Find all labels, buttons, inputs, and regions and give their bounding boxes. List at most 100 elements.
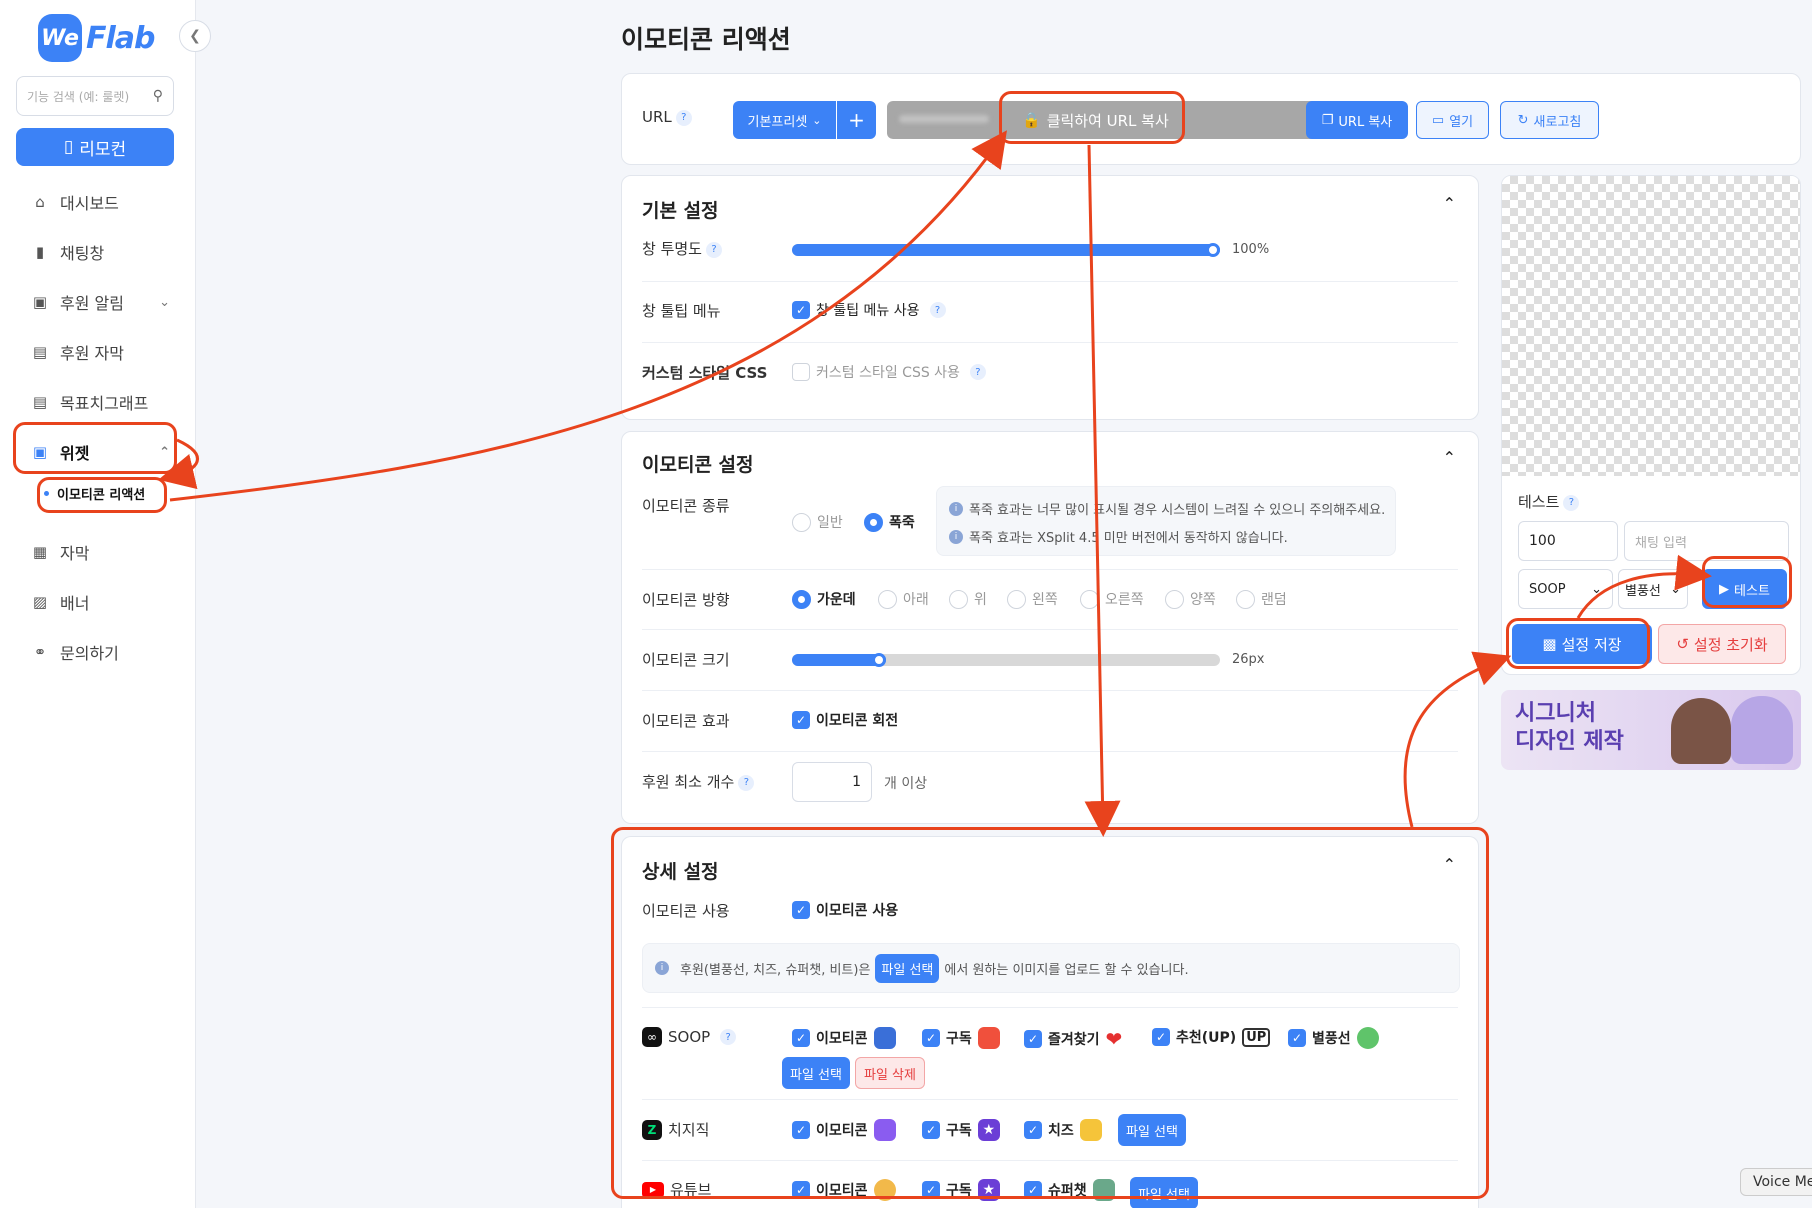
chat-icon: ▮ — [35, 243, 45, 261]
chzzk-file-select-button[interactable]: 파일 선택 — [1118, 1114, 1186, 1146]
test-platform-value: SOOP — [1529, 581, 1566, 597]
radio-label: 위 — [974, 592, 987, 608]
size-slider[interactable] — [792, 653, 1220, 667]
size-slider-knob[interactable] — [872, 653, 887, 667]
check-icon: ✓ — [792, 901, 810, 919]
type-radio-firework[interactable]: 폭죽 — [864, 512, 915, 532]
tooltip-option-label: 창 툴팁 메뉴 사용 — [816, 303, 920, 319]
chevron-up-icon[interactable]: ⌃ — [1443, 194, 1456, 213]
soop-emoticon-checkbox[interactable]: ✓ 이모티콘 — [792, 1027, 896, 1049]
direction-radio-left[interactable]: 왼쪽 — [1007, 589, 1058, 609]
voice-meeter-tab[interactable]: Voice Me — [1740, 1168, 1812, 1196]
logo[interactable]: We Flab — [38, 14, 155, 62]
direction-radio-both[interactable]: 양쪽 — [1165, 589, 1216, 609]
direction-radio-down[interactable]: 아래 — [878, 589, 929, 609]
chevron-up-icon[interactable]: ⌃ — [1443, 448, 1456, 467]
youtube-logo-icon: ▶ — [642, 1181, 664, 1198]
help-icon[interactable]: ? — [969, 364, 986, 380]
soop-favorite-checkbox[interactable]: ✓ 즐겨찾기 ❤ — [1024, 1027, 1122, 1051]
sidebar-item-label: 배너 — [60, 594, 90, 613]
sidebar-item-banner[interactable]: ▨ 배너 — [30, 590, 170, 614]
opacity-slider-fill — [792, 244, 1220, 256]
sidebar-item-chat[interactable]: ▮ 채팅창 — [30, 240, 170, 264]
preset-select[interactable]: 기본프리셋 ⌄ — [733, 101, 836, 139]
test-chat-input[interactable]: 채팅 입력 — [1624, 521, 1789, 561]
use-checkbox[interactable]: ✓ 이모티콘 사용 — [792, 900, 898, 920]
direction-radio-random[interactable]: 랜덤 — [1236, 589, 1287, 609]
soop-subscribe-checkbox[interactable]: ✓ 구독 — [922, 1027, 1000, 1049]
test-title: 테스트 — [1518, 493, 1560, 511]
remote-button[interactable]: ▯ 리모컨 — [16, 128, 174, 166]
undo-icon: ↺ — [1676, 635, 1689, 653]
help-icon[interactable]: ? — [720, 1029, 737, 1045]
search-input[interactable]: 기능 검색 (예: 룰렛) ⚲ — [16, 76, 174, 116]
chevron-up-icon[interactable]: ⌃ — [1443, 855, 1456, 874]
sidebar-item-widget[interactable]: ▣ 위젯 ⌃ — [30, 440, 170, 464]
sidebar-item-goal-graph[interactable]: ▤ 목표치그래프 — [30, 390, 170, 414]
radio-label: 폭죽 — [889, 515, 915, 531]
add-preset-button[interactable]: + — [837, 101, 876, 139]
copy-url-button[interactable]: ❐ URL 복사 — [1306, 101, 1408, 139]
sidebar-item-label: 문의하기 — [60, 644, 119, 663]
help-icon[interactable]: ? — [675, 109, 692, 126]
help-icon[interactable]: ? — [929, 302, 946, 318]
direction-radio-up[interactable]: 위 — [949, 589, 987, 609]
sidebar-item-donation-alert[interactable]: ▣ 후원 알림 ⌄ — [30, 290, 170, 314]
youtube-file-select-button[interactable]: 파일 선택 — [1130, 1177, 1198, 1208]
divider — [642, 751, 1458, 752]
test-button[interactable]: ▶ 테스트 — [1702, 569, 1787, 609]
chzzk-cheese-checkbox[interactable]: ✓ 치즈 — [1024, 1119, 1102, 1141]
help-icon[interactable]: ? — [1563, 494, 1580, 511]
soop-file-delete-button[interactable]: 파일 삭제 — [855, 1057, 925, 1089]
save-settings-button[interactable]: ▩ 설정 저장 — [1512, 624, 1652, 664]
star-icon: ★ — [977, 1119, 1000, 1141]
star-icon: ★ — [977, 1179, 1000, 1201]
direction-radio-right[interactable]: 오른쪽 — [1080, 589, 1144, 609]
info-line: i 폭죽 효과는 XSplit 4.5 미만 버전에서 동작하지 않습니다. — [949, 527, 1288, 546]
refresh-button[interactable]: ↻ 새로고침 — [1500, 101, 1599, 139]
help-icon[interactable]: ? — [738, 774, 755, 791]
test-amount-input[interactable]: 100 — [1518, 521, 1618, 561]
copy-url-overlay[interactable]: 🔒 클릭하여 URL 복사 — [1022, 101, 1169, 139]
opacity-slider[interactable] — [792, 243, 1220, 257]
youtube-subscribe-checkbox[interactable]: ✓ 구독 ★ — [922, 1179, 1000, 1201]
youtube-emoticon-checkbox[interactable]: ✓ 이모티콘 — [792, 1179, 896, 1201]
help-icon[interactable]: ? — [705, 241, 722, 258]
promo-banner[interactable]: 시그니처 디자인 제작 — [1501, 690, 1801, 770]
sidebar-item-dashboard[interactable]: ⌂ 대시보드 — [30, 190, 170, 214]
sidebar-item-label: 후원 자막 — [60, 344, 124, 363]
direction-radio-center[interactable]: 가운데 — [792, 589, 856, 609]
soop-balloon-checkbox[interactable]: ✓ 별풍선 — [1288, 1027, 1379, 1049]
chzzk-subscribe-checkbox[interactable]: ✓ 구독 ★ — [922, 1119, 1000, 1141]
css-checkbox[interactable]: 커스텀 스타일 CSS 사용 ? — [792, 362, 986, 382]
min-count-input[interactable]: 1 — [792, 762, 872, 802]
sidebar-item-donation-caption[interactable]: ▤ 후원 자막 — [30, 340, 170, 364]
open-button[interactable]: ▭ 열기 — [1416, 101, 1489, 139]
test-title-wrap: 테스트? — [1518, 491, 1580, 512]
tooltip-checkbox[interactable]: ✓ 창 툴팁 메뉴 사용 ? — [792, 300, 946, 320]
opacity-value: 100% — [1232, 242, 1270, 257]
search-placeholder: 기능 검색 (예: 룰렛) — [27, 89, 130, 104]
opacity-slider-knob[interactable] — [1206, 243, 1220, 257]
test-type-select[interactable]: 별풍선 ⌄ — [1618, 569, 1688, 609]
plus-icon: + — [848, 108, 865, 132]
soop-up-checkbox[interactable]: ✓ 추천(UP) UP — [1152, 1027, 1271, 1047]
sidebar-subitem-emoticon-reaction[interactable]: 이모티콘 리액션 — [44, 484, 145, 503]
soop-file-select-button[interactable]: 파일 선택 — [782, 1057, 850, 1089]
rotate-checkbox[interactable]: ✓ 이모티콘 회전 — [792, 710, 898, 730]
test-platform-select[interactable]: SOOP ⌄ — [1518, 569, 1613, 609]
sidebar-item-contact[interactable]: ⚭ 문의하기 — [30, 640, 170, 664]
sidebar-item-subtitle[interactable]: ▦ 자막 — [30, 540, 170, 564]
radio-icon — [878, 589, 897, 609]
reset-settings-button[interactable]: ↺ 설정 초기화 — [1658, 624, 1786, 664]
youtube-superchat-checkbox[interactable]: ✓ 슈퍼챗 — [1024, 1179, 1115, 1201]
info-text: 에서 원하는 이미지를 업로드 할 수 있습니다. — [944, 962, 1189, 978]
chevron-up-icon: ⌃ — [159, 444, 170, 460]
type-radio-normal[interactable]: 일반 — [792, 512, 843, 532]
direction-label: 이모티콘 방향 — [642, 591, 730, 609]
radio-icon — [1080, 589, 1099, 609]
subscribe-image-icon — [977, 1027, 1000, 1049]
chzzk-emoticon-checkbox[interactable]: ✓ 이모티콘 — [792, 1119, 896, 1141]
url-field[interactable]: 🔒 클릭하여 URL 복사 — [887, 101, 1317, 139]
collapse-sidebar-button[interactable]: ❮ — [179, 20, 211, 52]
